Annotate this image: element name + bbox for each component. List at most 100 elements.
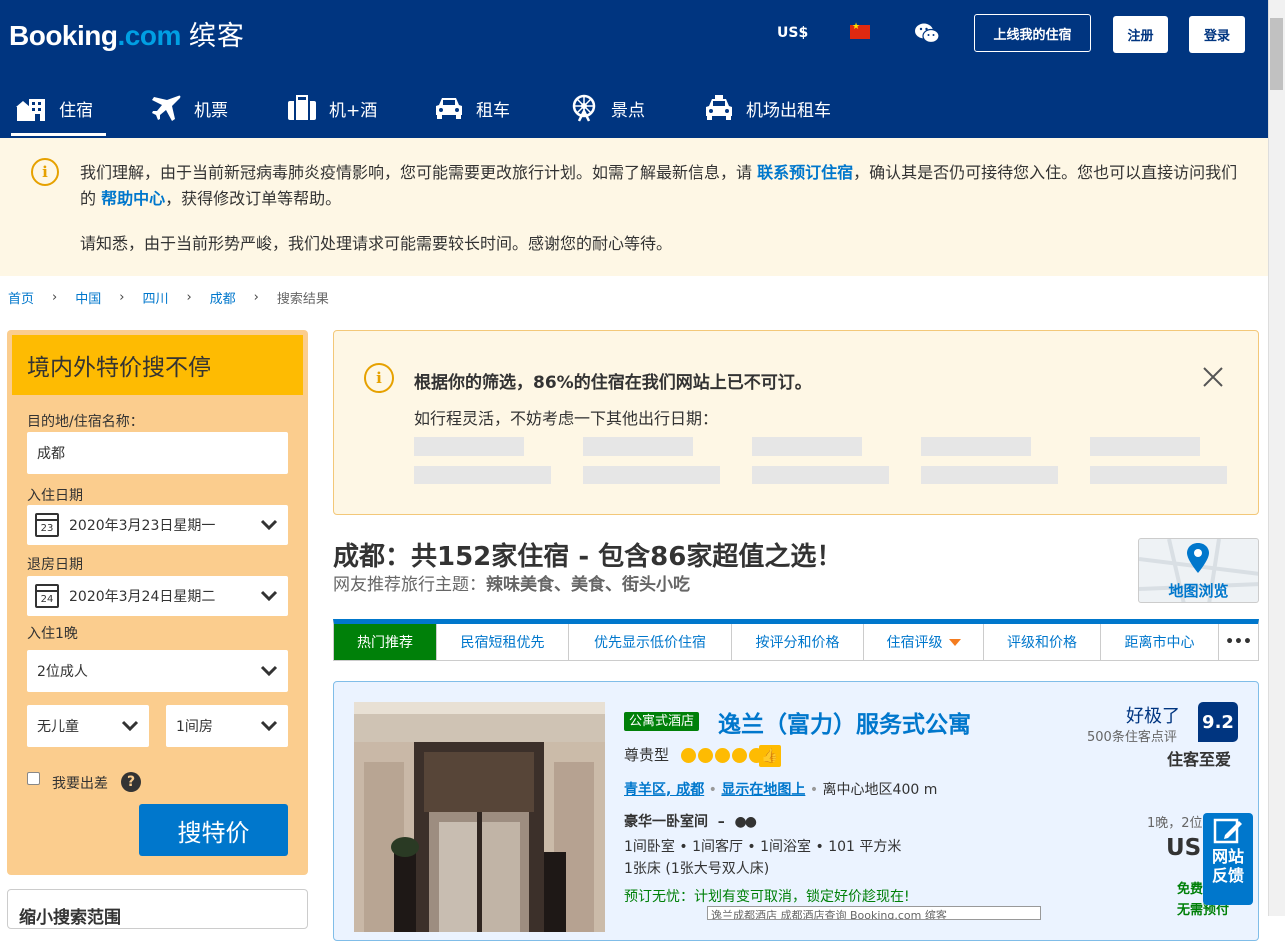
chevron-right-icon: › [52,290,58,305]
breadcrumb-country[interactable]: 中国 [75,288,101,307]
notice-subtitle: 如行程灵活，不妨考虑一下其他出行日期： [414,409,719,428]
date-placeholder [1090,437,1200,456]
breadcrumb: 首页 › 中国 › 四川 › 成都 › 搜索结果 [8,288,329,307]
attraction-icon [572,94,596,122]
info-icon: i [31,158,59,186]
review-score-badge[interactable]: 9.2 [1198,702,1238,742]
map-label: 地图浏览 [1168,582,1229,600]
chevron-right-icon: › [253,290,259,305]
tab-label: 景点 [611,100,645,121]
sort-popular[interactable]: 热门推荐 [334,624,437,660]
star-icon [732,747,747,763]
distance-text: 离中心地区400 m [822,782,938,798]
location-line: 青羊区, 成都 • 显示在地图上 • 离中心地区400 m [624,782,938,798]
date-placeholder [414,437,524,456]
chevron-down-icon [260,665,278,677]
chevron-down-icon [260,590,278,602]
tab-flights[interactable]: 机票 [152,80,228,136]
tab-label: 机票 [194,100,228,121]
calendar-icon: 23 [35,513,59,537]
tab-flight-hotel[interactable]: 机+酒 [287,80,377,136]
notice-title: 根据你的筛选，86%的住宿在我们网站上已不可订。 [414,373,812,393]
edit-icon [1213,818,1242,844]
plane-icon [152,95,181,121]
search-button[interactable]: 搜特价 [139,804,288,856]
sort-rating-price[interactable]: 评级和价格 [984,624,1101,660]
star-icon [681,747,696,763]
hotel-name-link[interactable]: 逸兰（富力）服务式公寓 [718,705,971,739]
register-button[interactable]: 注册 [1113,16,1168,53]
results-title: 成都：共152家住宿 - 包含86家超值之选！ [333,542,843,572]
destination-label: 目的地/住宿名称： [27,414,144,430]
chevron-down-icon [121,720,139,732]
tab-airport-taxi[interactable]: 机场出租车 [704,80,831,136]
more-options-icon[interactable]: ••• [1219,624,1258,660]
travel-themes: 网友推荐旅行主题：辣味美食、美食、街头小吃 [333,575,690,595]
breadcrumb-province[interactable]: 四川 [142,288,168,307]
feedback-button[interactable]: 网站 反馈 [1203,813,1253,905]
close-icon[interactable] [1202,366,1224,388]
wechat-icon[interactable] [914,22,940,48]
sort-lowest-price[interactable]: 优先显示低价住宿 [569,624,732,660]
tab-stays[interactable]: 住宿 [15,80,93,136]
adults-select[interactable]: 2位成人 [27,650,288,692]
tab-attractions[interactable]: 景点 [569,80,645,136]
nights-count: 入住1晚 [27,626,78,642]
list-property-button[interactable]: 上线我的住宿 [974,14,1091,52]
checkin-label: 入住日期 [27,488,83,504]
date-placeholder [921,437,1031,456]
sort-score-price[interactable]: 按评分和价格 [732,624,864,660]
hotel-class-label: 尊贵型 [624,746,670,764]
room-type: 豪华一卧室间 – ●● [624,814,757,830]
bed-type: 1张床 (1张大号双人床) [624,861,770,877]
dropdown-triangle-icon [948,638,961,646]
tab-car-rental[interactable]: 租车 [434,80,510,136]
date-placeholder [1090,466,1227,484]
car-icon [436,98,462,119]
checkin-date-field[interactable]: 23 2020年3月23日星期一 [27,505,288,545]
suitcase-icon [288,95,316,120]
district-link[interactable]: 青羊区, 成都 [624,782,704,798]
tab-label: 机+酒 [329,100,378,121]
show-on-map-link[interactable]: 显示在地图上 [721,782,805,798]
breadcrumb-home[interactable]: 首页 [8,288,34,307]
sort-star-rating[interactable]: 住宿评级 [864,624,984,660]
property-type-badge: 公寓式酒店 [624,710,700,731]
hotel-photo[interactable] [354,702,605,932]
thumbs-up-icon[interactable]: 👍 [759,745,781,767]
map-view-button[interactable]: 地图浏览 [1138,538,1259,603]
taxi-icon [706,95,732,120]
free-cancel-note: 预订无忧：计划有变可取消，锁定好价趁现在! [624,889,910,905]
sort-bar: 热门推荐 民宿短租优先 优先显示低价住宿 按评分和价格 住宿评级 评级和价格 距… [333,619,1259,661]
business-trip-checkbox[interactable] [27,772,40,785]
active-tab-indicator [11,133,106,136]
breadcrumb-current: 搜索结果 [276,292,329,307]
booking-logo[interactable]: Booking.com 缤客 [9,14,245,53]
login-button[interactable]: 登录 [1189,16,1245,53]
children-select[interactable]: 无儿童 [27,705,149,747]
help-icon[interactable]: ? [121,772,141,792]
sort-distance[interactable]: 距离市中心 [1101,624,1219,660]
contact-property-link[interactable]: 联系预订住宿 [757,163,853,182]
date-placeholder [752,466,889,484]
review-count[interactable]: 500条住客点评 [1087,726,1177,745]
search-panel-title: 境内外特价搜不停 [12,335,303,395]
bed-icon [16,99,45,121]
sort-homes-first[interactable]: 民宿短租优先 [437,624,569,660]
date-placeholder [583,437,693,456]
checkout-date-field[interactable]: 24 2020年3月24日星期二 [27,576,288,616]
breadcrumb-city[interactable]: 成都 [210,288,236,307]
destination-input[interactable]: 成都 [27,432,288,474]
china-flag-icon[interactable] [850,22,870,39]
price-nights: 1晚，2位 [1147,816,1203,831]
currency-selector[interactable]: US$ [777,25,808,41]
free-cancel-badge: 免费 [1177,882,1204,897]
scrollbar-thumb[interactable] [1270,18,1283,90]
rating-word: 好极了 [1126,706,1180,727]
page-scrollbar[interactable] [1268,0,1285,916]
link-tooltip: 逸兰成都酒店 成都酒店查询 Booking.com 缤客 [707,906,1041,920]
help-center-link[interactable]: 帮助中心 [101,189,165,208]
star-icon [698,747,713,763]
rooms-select[interactable]: 1间房 [166,705,288,747]
checkout-label: 退房日期 [27,557,83,573]
